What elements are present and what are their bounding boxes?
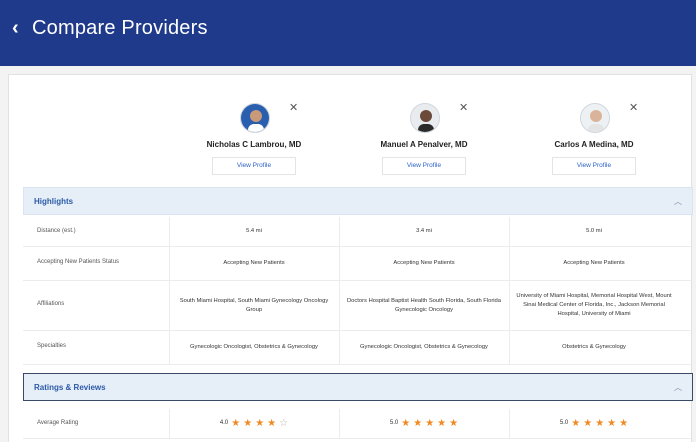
star-filled-icon: ★ xyxy=(243,417,253,429)
view-profile-button[interactable]: View Profile xyxy=(552,157,636,175)
row-label: Accepting New Patients Status xyxy=(37,259,120,265)
view-profile-button[interactable]: View Profile xyxy=(382,157,466,175)
row-label: Specialties xyxy=(37,343,67,349)
ratings-section-header[interactable]: Ratings & Reviews ︿ xyxy=(23,373,693,401)
table-cell: 5.4 mi xyxy=(246,228,262,234)
provider-name: Carlos A Medina, MD xyxy=(554,140,634,149)
star-filled-icon: ★ xyxy=(449,417,459,429)
rating-value: 4.0 xyxy=(219,420,229,426)
star-filled-icon: ★ xyxy=(255,417,265,429)
provider-column-2: ✕ Manuel A Penalver, MD View Profile xyxy=(339,75,509,185)
affiliations-row: Affiliations South Miami Hospital, South… xyxy=(23,281,693,331)
rating-value: 5.0 xyxy=(559,420,569,426)
table-cell: Accepting New Patients xyxy=(393,260,455,266)
provider-name: Manuel A Penalver, MD xyxy=(380,140,468,149)
avatar xyxy=(410,103,440,133)
star-filled-icon: ★ xyxy=(267,417,277,429)
rating-stars: 4.0 ★ ★ ★ ★ ☆ xyxy=(219,417,289,429)
star-filled-icon: ★ xyxy=(401,417,411,429)
highlights-section-header[interactable]: Highlights ︿ xyxy=(23,187,693,215)
view-profile-button[interactable]: View Profile xyxy=(212,157,296,175)
chevron-left-icon[interactable]: ‹ xyxy=(12,18,19,38)
table-cell: Gynecologic Oncologist, Obstetrics & Gyn… xyxy=(190,344,318,350)
section-title: Highlights xyxy=(34,197,74,206)
star-filled-icon: ★ xyxy=(437,417,447,429)
rating-cell: 5.0 ★ ★ ★ ★ ★ xyxy=(339,409,509,438)
star-filled-icon: ★ xyxy=(619,417,629,429)
star-filled-icon: ★ xyxy=(425,417,435,429)
chevron-up-icon[interactable]: ︿ xyxy=(674,382,682,393)
accepting-row: Accepting New Patients Status Accepting … xyxy=(23,247,693,281)
star-filled-icon: ★ xyxy=(583,417,593,429)
row-label: Distance (est.) xyxy=(37,228,76,234)
star-filled-icon: ★ xyxy=(571,417,581,429)
star-filled-icon: ★ xyxy=(413,417,423,429)
table-cell: South Miami Hospital, South Miami Gyneco… xyxy=(179,297,329,313)
table-cell: Accepting New Patients xyxy=(223,260,285,266)
app-header: ‹ Compare Providers xyxy=(0,0,696,66)
average-rating-row: Average Rating 4.0 ★ ★ ★ ★ ☆ 5.0 ★ ★ ★ ★ ★ 5.0 ★… xyxy=(23,409,693,439)
table-cell: University of Miami Hospital, Memorial H… xyxy=(516,293,672,317)
chevron-up-icon[interactable]: ︿ xyxy=(674,196,682,207)
table-cell: Accepting New Patients xyxy=(563,260,625,266)
rating-value: 5.0 xyxy=(389,420,399,426)
table-cell: 5.0 mi xyxy=(586,228,602,234)
star-filled-icon: ★ xyxy=(231,417,241,429)
compare-card: ✕ Nicholas C Lambrou, MD View Profile ✕ … xyxy=(8,74,693,442)
table-cell: Gynecologic Oncologist, Obstetrics & Gyn… xyxy=(360,344,488,350)
provider-column-1: ✕ Nicholas C Lambrou, MD View Profile xyxy=(169,75,339,185)
page-title: Compare Providers xyxy=(32,17,208,39)
specialties-row: Specialties Gynecologic Oncologist, Obst… xyxy=(23,331,693,365)
close-icon[interactable]: ✕ xyxy=(289,101,298,114)
rating-stars: 5.0 ★ ★ ★ ★ ★ xyxy=(389,417,459,429)
avatar xyxy=(240,103,270,133)
close-icon[interactable]: ✕ xyxy=(629,101,638,114)
table-cell: 3.4 mi xyxy=(416,228,432,234)
distance-row: Distance (est.) 5.4 mi 3.4 mi 5.0 mi xyxy=(23,217,693,247)
star-filled-icon: ★ xyxy=(595,417,605,429)
provider-name: Nicholas C Lambrou, MD xyxy=(206,140,302,149)
table-cell: Doctors Hospital Baptist Health South Fl… xyxy=(346,297,501,313)
row-label: Affiliations xyxy=(37,301,65,307)
rating-cell: 5.0 ★ ★ ★ ★ ★ xyxy=(509,409,679,438)
row-label: Average Rating xyxy=(37,420,79,426)
star-filled-icon: ★ xyxy=(607,417,617,429)
star-empty-icon: ☆ xyxy=(279,417,289,429)
avatar xyxy=(580,103,610,133)
close-icon[interactable]: ✕ xyxy=(459,101,468,114)
rating-cell: 4.0 ★ ★ ★ ★ ☆ xyxy=(169,409,339,438)
rating-stars: 5.0 ★ ★ ★ ★ ★ xyxy=(559,417,629,429)
table-cell: Obstetrics & Gynecology xyxy=(562,344,626,350)
provider-column-3: ✕ Carlos A Medina, MD View Profile xyxy=(509,75,679,185)
section-title: Ratings & Reviews xyxy=(34,383,106,392)
